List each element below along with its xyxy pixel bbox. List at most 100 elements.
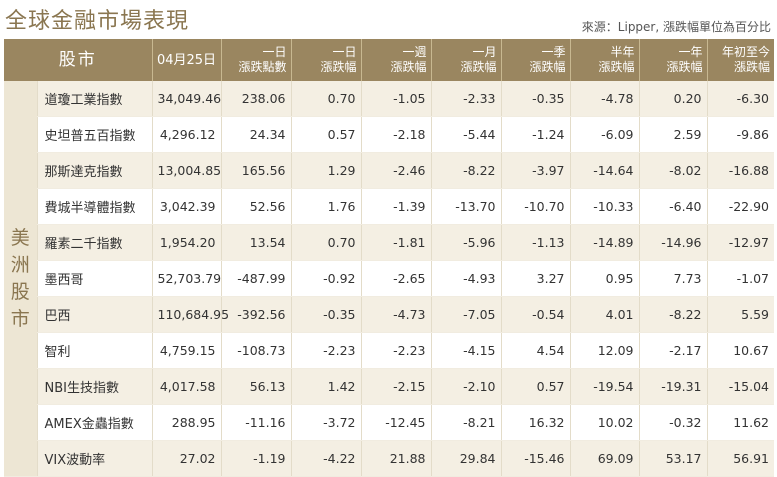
- index-name: 墨西哥: [36, 260, 152, 297]
- header-column: 一月 漲跌幅: [430, 39, 501, 81]
- table-cell: -1.81: [360, 224, 431, 261]
- header-line1: 半年: [610, 45, 635, 59]
- table-cell: -3.97: [500, 152, 570, 189]
- table-cell: -0.35: [290, 296, 361, 333]
- table-cell: 10.67: [706, 332, 774, 369]
- table-cell: 1.42: [290, 368, 361, 405]
- table-cell: 0.57: [500, 368, 570, 405]
- header-line1: 一季: [541, 45, 566, 59]
- table-cell: 10.02: [569, 404, 639, 441]
- table-cell: -4.73: [360, 296, 431, 333]
- table-cell: -8.22: [430, 152, 501, 189]
- header-column: 一季 漲跌幅: [500, 39, 570, 81]
- index-name: 那斯達克指數: [36, 152, 152, 189]
- table-cell: 4.54: [500, 332, 570, 369]
- table-cell: -2.65: [360, 260, 431, 297]
- header-column: 一日 漲跌點數: [220, 39, 291, 81]
- table-cell: -19.54: [569, 368, 639, 405]
- index-name: 費城半導體指數: [36, 188, 152, 225]
- header-line1: 一週: [402, 45, 427, 59]
- page-title: 全球金融市場表現: [5, 9, 190, 34]
- table-row: NBI生技指數 4,017.58 56.13 1.42 -2.15 -2.10 …: [4, 368, 774, 405]
- table-cell: 4.01: [569, 296, 639, 333]
- table-cell: -19.31: [638, 368, 707, 405]
- table-cell: -2.10: [430, 368, 501, 405]
- table-cell: -4.93: [430, 260, 501, 297]
- index-name: AMEX金蟲指數: [36, 404, 152, 441]
- table-cell: -2.46: [360, 152, 431, 189]
- table-cell: 4,759.15: [151, 332, 221, 369]
- table-cell: 0.20: [638, 81, 707, 117]
- table-cell: -12.45: [360, 404, 431, 441]
- table-cell: -0.54: [500, 296, 570, 333]
- table-cell: -14.64: [569, 152, 639, 189]
- table-cell: -22.90: [706, 188, 774, 225]
- table-cell: 52.56: [220, 188, 291, 225]
- table-cell: 27.02: [151, 440, 221, 477]
- table-cell: 21.88: [360, 440, 431, 477]
- header-row: 股市 04月25日 一日 漲跌點數 一日 漲跌幅 一週 漲跌幅 一月 漲跌幅 一季 漲跌幅…: [4, 39, 774, 81]
- header-column: 一日 漲跌幅: [290, 39, 361, 81]
- header-line2: 漲跌幅: [320, 60, 357, 74]
- header-line2: 漲跌幅: [733, 60, 770, 74]
- header-column: 一週 漲跌幅: [360, 39, 431, 81]
- table-cell: -12.97: [706, 224, 774, 261]
- table-cell: 7.73: [638, 260, 707, 297]
- table-cell: -3.72: [290, 404, 361, 441]
- index-name: NBI生技指數: [36, 368, 152, 405]
- table-cell: -2.33: [430, 81, 501, 117]
- table-row: 智利 4,759.15 -108.73 -2.23 -2.23 -4.15 4.…: [4, 332, 774, 369]
- market-table-container: 股市 04月25日 一日 漲跌點數 一日 漲跌幅 一週 漲跌幅 一月 漲跌幅 一季 漲跌幅…: [4, 39, 774, 477]
- table-cell: -1.13: [500, 224, 570, 261]
- table-cell: 3,042.39: [151, 188, 221, 225]
- table-cell: 0.70: [290, 81, 361, 117]
- table-cell: 0.57: [290, 116, 361, 153]
- header-line2: 漲跌幅: [666, 60, 703, 74]
- table-cell: 29.84: [430, 440, 501, 477]
- table-cell: 11.62: [706, 404, 774, 441]
- table-row: AMEX金蟲指數 288.95 -11.16 -3.72 -12.45 -8.2…: [4, 404, 774, 441]
- table-row: 那斯達克指數 13,004.85 165.56 1.29 -2.46 -8.22…: [4, 152, 774, 189]
- table-cell: -10.33: [569, 188, 639, 225]
- table-cell: -16.88: [706, 152, 774, 189]
- table-row: 費城半導體指數 3,042.39 52.56 1.76 -1.39 -13.70…: [4, 188, 774, 225]
- table-cell: -0.92: [290, 260, 361, 297]
- table-cell: 1,954.20: [151, 224, 221, 261]
- table-cell: -6.40: [638, 188, 707, 225]
- table-row: 史坦普五百指數 4,296.12 24.34 0.57 -2.18 -5.44 …: [4, 116, 774, 153]
- header-line2: 漲跌幅: [529, 60, 566, 74]
- table-cell: -1.07: [706, 260, 774, 297]
- table-cell: -15.46: [500, 440, 570, 477]
- table-cell: -10.70: [500, 188, 570, 225]
- header-column: 年初至今 漲跌幅: [706, 39, 774, 81]
- table-cell: -14.89: [569, 224, 639, 261]
- header-line1: 一月: [472, 45, 497, 59]
- table-cell: 13,004.85: [151, 152, 221, 189]
- header-line2: 漲跌幅: [390, 60, 427, 74]
- table-cell: 110,684.95: [151, 296, 229, 333]
- table-cell: 1.76: [290, 188, 361, 225]
- region-label: 美洲股市: [4, 81, 37, 477]
- table-cell: 13.54: [220, 224, 291, 261]
- table-cell: 52,703.79: [151, 260, 221, 297]
- table-cell: 288.95: [151, 404, 221, 441]
- table-cell: -108.73: [220, 332, 291, 369]
- table-cell: -0.35: [500, 81, 570, 117]
- table-cell: -1.19: [220, 440, 291, 477]
- table-cell: 34,049.46: [151, 81, 221, 117]
- market-table: 股市 04月25日 一日 漲跌點數 一日 漲跌幅 一週 漲跌幅 一月 漲跌幅 一季 漲跌幅…: [4, 39, 774, 477]
- table-cell: -11.16: [220, 404, 291, 441]
- table-cell: -2.15: [360, 368, 431, 405]
- table-cell: -4.15: [430, 332, 501, 369]
- index-name: 史坦普五百指數: [36, 116, 152, 153]
- table-row: 墨西哥 52,703.79 -487.99 -0.92 -2.65 -4.93 …: [4, 260, 774, 297]
- table-cell: -1.24: [500, 116, 570, 153]
- table-cell: -9.86: [706, 116, 774, 153]
- table-cell: 238.06: [220, 81, 291, 117]
- table-cell: -5.44: [430, 116, 501, 153]
- table-cell: 0.70: [290, 224, 361, 261]
- table-cell: -4.22: [290, 440, 361, 477]
- table-cell: 4,296.12: [151, 116, 221, 153]
- table-cell: -2.18: [360, 116, 431, 153]
- table-cell: -14.96: [638, 224, 707, 261]
